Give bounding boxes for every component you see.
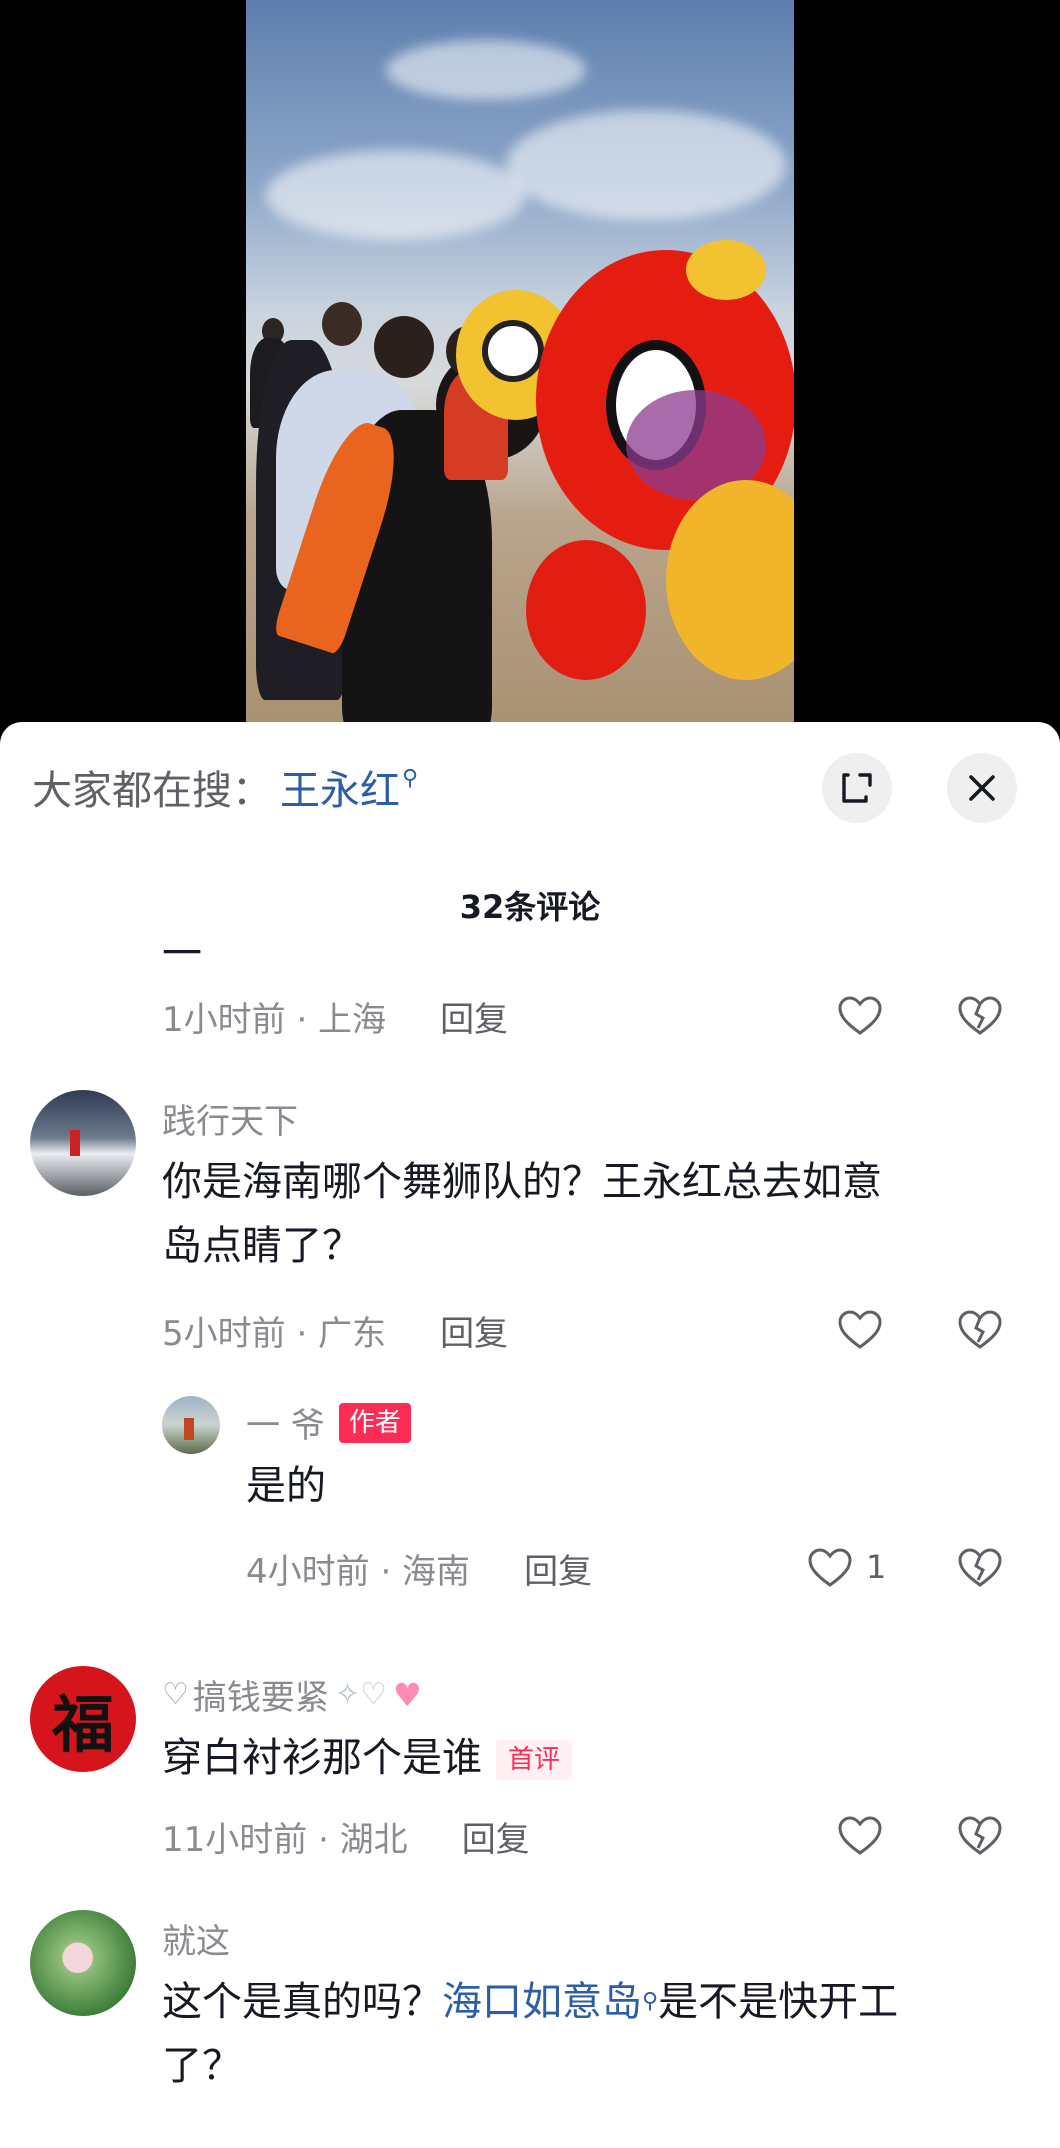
search-small-icon: ⚲ — [402, 766, 419, 791]
like-button[interactable] — [836, 1306, 884, 1354]
avatar[interactable] — [30, 1910, 136, 2016]
reply-button[interactable]: 回复 — [440, 1306, 508, 1355]
reply-button[interactable]: 回复 — [440, 992, 508, 1041]
heart-icon — [838, 996, 882, 1035]
comment-text-line: 了？ — [162, 2043, 242, 2089]
comment-text-line: 岛点睛了？ — [162, 1223, 362, 1269]
comment-username[interactable]: 践行天下 — [162, 1094, 298, 1143]
search-keyword-link[interactable]: 王永红 — [280, 758, 400, 816]
comment-text: 穿白衬衫那个是谁 首评 — [162, 1726, 573, 1790]
reply-button[interactable]: 回复 — [524, 1544, 592, 1593]
comment-username-row: ♡ 搞钱要紧 ✧♡ ♥ — [162, 1670, 422, 1719]
expand-button[interactable] — [822, 753, 892, 823]
comment-text-part: 这个是真的吗？ — [162, 1979, 442, 2025]
like-button[interactable] — [806, 1544, 854, 1592]
decor-heart-icon: ♡ — [162, 1677, 189, 1712]
comment-count-title: 32条评论 — [459, 888, 601, 926]
dislike-button[interactable] — [956, 992, 1004, 1040]
broken-heart-icon — [958, 1310, 1002, 1349]
reply-button[interactable]: 回复 — [462, 1812, 530, 1861]
broken-heart-icon — [958, 1816, 1002, 1855]
dislike-button[interactable] — [956, 1812, 1004, 1860]
comment-time-location: 4小时前 · 海南 — [246, 1552, 471, 1592]
comment-text-line: 你是海南哪个舞狮队的？王永红总去如意 — [162, 1159, 882, 1205]
broken-heart-icon — [958, 1548, 1002, 1587]
video-player[interactable] — [0, 0, 1060, 740]
comment-text-line: 这个是真的吗？海口如意岛⚲是不是快开工 — [162, 1970, 898, 2034]
author-badge: 作者 — [338, 1402, 411, 1443]
comment-time-location: 1小时前 · 上海 — [162, 1000, 387, 1040]
comment-time-location: 5小时前 · 广东 — [162, 1314, 387, 1354]
close-button[interactable] — [947, 753, 1017, 823]
like-count: 1 — [866, 1548, 887, 1586]
search-small-icon: ⚲ — [642, 1989, 659, 2014]
comment-time-location: 11小时前 · 湖北 — [162, 1820, 408, 1860]
comment-username[interactable]: 搞钱要紧 — [193, 1670, 329, 1719]
close-icon — [969, 775, 995, 801]
fu-character-logo: 福 — [51, 1688, 114, 1761]
dislike-button[interactable] — [956, 1306, 1004, 1354]
comment-text: 你是海南哪个舞狮队的？王永红总去如意 岛点睛了？ — [162, 1150, 882, 1278]
comment-sheet: 大家都在搜： 王永红 ⚲ 32条评论 一 1小时前 · 上海 回复 践行天下 你… — [0, 722, 1060, 2148]
heart-icon — [838, 1310, 882, 1349]
like-button[interactable] — [836, 992, 884, 1040]
avatar[interactable]: 福 — [30, 1666, 136, 1772]
reply-username-row: 一 爷 作者 — [246, 1398, 411, 1447]
decor-emoji-icon: ✧♡ — [334, 1677, 387, 1712]
avatar[interactable] — [30, 1090, 136, 1196]
comment-meta: 1小时前 · 上海 回复 — [162, 992, 508, 1041]
search-prefix: 大家都在搜： — [32, 768, 272, 814]
avatar[interactable] — [162, 1396, 220, 1454]
comment-meta: 11小时前 · 湖北 回复 — [162, 1812, 530, 1861]
comment-username[interactable]: 一 爷 — [246, 1398, 325, 1447]
comment-text: 是的 — [246, 1463, 326, 1509]
comment-text: 这个是真的吗？海口如意岛⚲是不是快开工 了？ — [162, 1970, 898, 2098]
heart-icon — [808, 1548, 852, 1587]
clipped-text-fragment: 一 — [162, 944, 202, 970]
search-suggestion[interactable]: 大家都在搜： 王永红 ⚲ — [32, 752, 418, 822]
comment-text-part: 是不是快开工 — [658, 1979, 899, 2025]
pink-heart-icon: ♥ — [392, 1675, 422, 1714]
heart-icon — [838, 1816, 882, 1855]
keyword-link[interactable]: 海口如意岛 — [442, 1979, 642, 2025]
expand-icon — [842, 773, 872, 803]
video-frame[interactable] — [246, 0, 794, 740]
dislike-button[interactable] — [956, 1544, 1004, 1592]
comment-meta: 5小时前 · 广东 回复 — [162, 1306, 508, 1355]
comment-username[interactable]: 就这 — [162, 1914, 230, 1963]
like-button[interactable] — [836, 1812, 884, 1860]
comment-text-content: 穿白衬衫那个是谁 — [162, 1735, 482, 1781]
broken-heart-icon — [958, 996, 1002, 1035]
first-comment-badge: 首评 — [496, 1740, 573, 1780]
comment-meta: 4小时前 · 海南 回复 — [246, 1544, 592, 1593]
